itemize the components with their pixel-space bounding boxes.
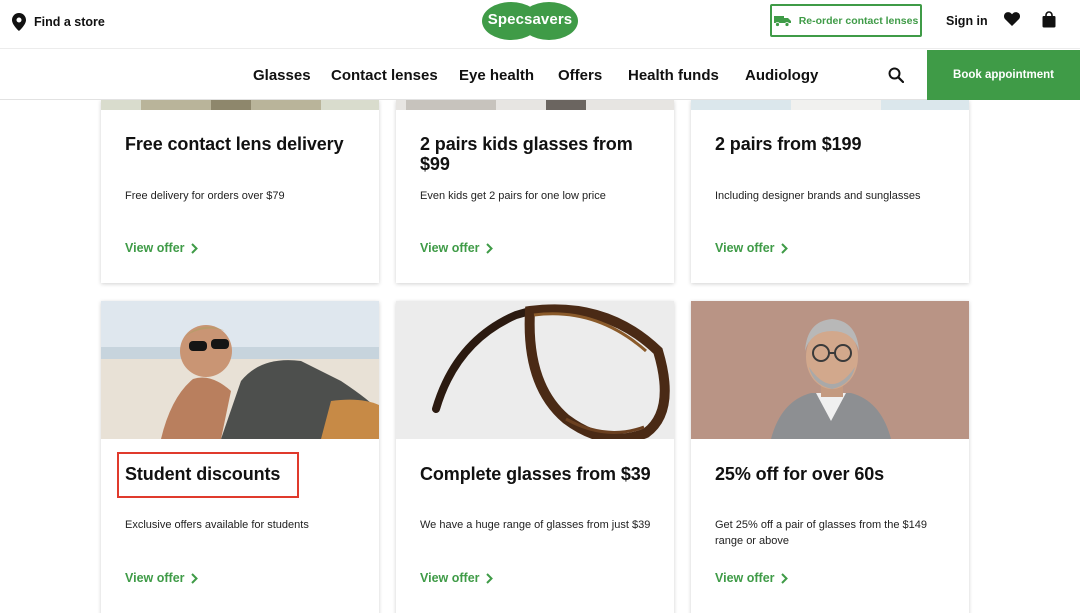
view-offer-link[interactable]: View offer — [420, 241, 493, 255]
view-offer-link[interactable]: View offer — [715, 571, 788, 585]
view-offer-link[interactable]: View offer — [125, 571, 198, 585]
map-pin-icon — [12, 13, 26, 31]
view-offer-link[interactable]: View offer — [125, 241, 198, 255]
offer-description: Including designer brands and sunglasses — [715, 190, 921, 202]
nav-item-eye-health[interactable]: Eye health — [459, 67, 534, 84]
sign-in-link[interactable]: Sign in — [946, 14, 988, 28]
offer-image-partial — [691, 100, 969, 110]
nav-item-health-funds[interactable]: Health funds — [628, 67, 719, 84]
offer-description: Even kids get 2 pairs for one low price — [420, 190, 606, 202]
offer-image-beach-man — [101, 301, 379, 439]
view-offer-link[interactable]: View offer — [420, 571, 493, 585]
offer-card[interactable]: Student discounts Exclusive offers avail… — [101, 301, 379, 613]
reorder-label: Re-order contact lenses — [798, 14, 919, 27]
offer-title: 2 pairs from $199 — [715, 134, 862, 154]
offer-description: Get 25% off a pair of glasses from the $… — [715, 519, 927, 547]
offer-title: Complete glasses from $39 — [420, 464, 651, 484]
search-icon[interactable] — [888, 67, 904, 83]
shopping-bag-icon[interactable] — [1042, 11, 1056, 28]
chevron-right-icon — [780, 572, 788, 584]
view-offer-label: View offer — [125, 241, 185, 255]
reorder-contact-lenses-button[interactable]: Re-order contact lenses — [770, 4, 922, 37]
offer-card[interactable]: 25% off for over 60s Get 25% off a pair … — [691, 301, 969, 613]
chevron-right-icon — [190, 242, 198, 254]
offer-card[interactable]: Complete glasses from $39 We have a huge… — [396, 301, 674, 613]
offer-description: We have a huge range of glasses from jus… — [420, 519, 651, 531]
highlight-box — [117, 452, 299, 498]
offer-title: 25% off for over 60s — [715, 464, 885, 484]
view-offer-label: View offer — [715, 241, 775, 255]
nav-item-audiology[interactable]: Audiology — [745, 67, 818, 84]
offer-image-partial — [101, 100, 379, 110]
top-bar: Find a store Specsavers Re-order contact… — [0, 0, 1080, 48]
logo-text: Specsavers — [487, 11, 573, 28]
view-offer-label: View offer — [715, 571, 775, 585]
specsavers-logo[interactable]: Specsavers — [482, 2, 578, 40]
offer-title: Free contact lens delivery — [125, 134, 344, 154]
offers-grid: Free contact lens delivery Free delivery… — [0, 100, 1080, 613]
chevron-right-icon — [485, 572, 493, 584]
delivery-truck-icon — [773, 15, 791, 27]
offer-image-older-man — [691, 301, 969, 439]
view-offer-label: View offer — [125, 571, 185, 585]
view-offer-link[interactable]: View offer — [715, 241, 788, 255]
offer-description: Exclusive offers available for students — [125, 519, 309, 531]
nav-item-glasses[interactable]: Glasses — [253, 67, 311, 84]
nav-item-contact-lenses[interactable]: Contact lenses — [331, 67, 438, 84]
offer-description: Free delivery for orders over $79 — [125, 190, 285, 202]
view-offer-label: View offer — [420, 241, 480, 255]
chevron-right-icon — [780, 242, 788, 254]
offer-card[interactable]: 2 pairs kids glasses from $99 Even kids … — [396, 100, 674, 283]
nav-item-offers[interactable]: Offers — [558, 67, 602, 84]
find-store-label: Find a store — [34, 15, 105, 29]
offer-image-glasses — [396, 301, 674, 439]
view-offer-label: View offer — [420, 571, 480, 585]
offer-card[interactable]: 2 pairs from $199 Including designer bra… — [691, 100, 969, 283]
main-nav: Glasses Contact lenses Eye health Offers… — [0, 48, 1080, 100]
offer-card[interactable]: Free contact lens delivery Free delivery… — [101, 100, 379, 283]
heart-icon[interactable] — [1004, 12, 1020, 26]
offer-title: 2 pairs kids glasses from $99 — [420, 134, 633, 174]
chevron-right-icon — [485, 242, 493, 254]
offer-image-partial — [396, 100, 674, 110]
chevron-right-icon — [190, 572, 198, 584]
find-store-link[interactable]: Find a store — [12, 13, 105, 31]
book-appointment-button[interactable]: Book appointment — [927, 50, 1080, 100]
